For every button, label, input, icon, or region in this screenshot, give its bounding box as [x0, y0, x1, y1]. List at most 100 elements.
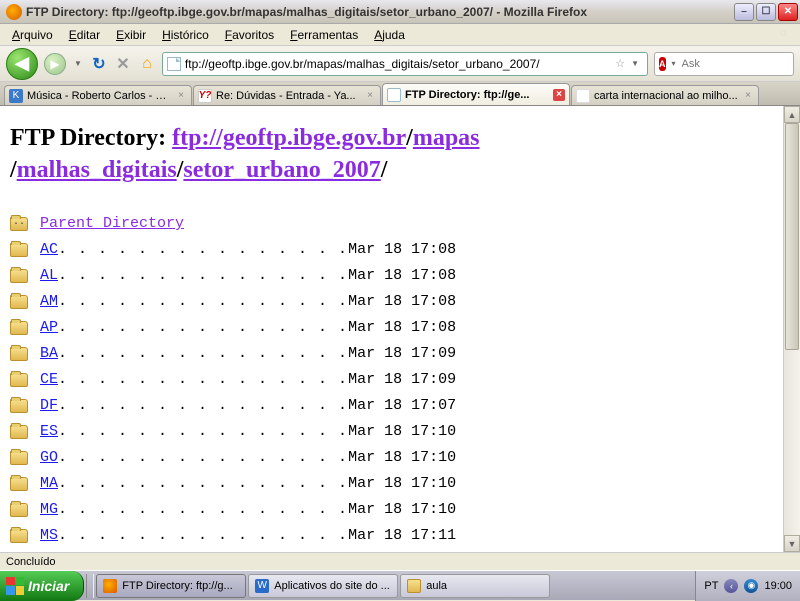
taskbar-item-2[interactable]: aula	[400, 574, 550, 598]
directory-link-MS[interactable]: MS	[40, 527, 58, 544]
throbber-icon: ◌	[780, 27, 796, 43]
tab-1[interactable]: Y? Re: Dúvidas - Entrada - Ya... ×	[193, 85, 381, 105]
directory-link-BA[interactable]: BA	[40, 345, 58, 362]
taskbar-item-1[interactable]: WAplicativos do site do ...	[248, 574, 398, 598]
menu-rquivo[interactable]: Arquivo	[4, 26, 61, 44]
menu-xibir[interactable]: Exibir	[108, 26, 154, 44]
tab-close-button[interactable]: ×	[553, 89, 565, 101]
tab-close-button[interactable]: ×	[175, 90, 187, 102]
scroll-track[interactable]	[784, 123, 800, 535]
search-engine-dropdown[interactable]: ▾	[670, 59, 678, 68]
tray-expand-icon[interactable]: ‹	[724, 579, 738, 593]
menubar: ArquivoEditarExibirHistóricoFavoritosFer…	[0, 24, 800, 46]
directory-link-CE[interactable]: CE	[40, 371, 58, 388]
heading-link-2[interactable]: malhas_digitais	[17, 157, 177, 183]
search-box[interactable]: A ▾ 🔍	[654, 52, 794, 76]
maximize-button[interactable]: ☐	[756, 3, 776, 21]
page-icon	[167, 57, 181, 71]
tab-favicon: Y?	[198, 89, 212, 103]
directory-link-GO[interactable]: GO	[40, 449, 58, 466]
tab-favicon: K	[9, 89, 23, 103]
directory-link-AM[interactable]: AM	[40, 293, 58, 310]
directory-row: GO . . . . . . . . . . . . . . . Mar 18 …	[10, 445, 773, 471]
directory-row: AM . . . . . . . . . . . . . . . Mar 18 …	[10, 289, 773, 315]
directory-row: AP . . . . . . . . . . . . . . . Mar 18 …	[10, 315, 773, 341]
tab-label: Re: Dúvidas - Entrada - Ya...	[216, 90, 360, 102]
dots-filler: . . . . . . . . . . . . . . .	[58, 475, 348, 492]
directory-link-DF[interactable]: DF	[40, 397, 58, 414]
directory-link-AL[interactable]: AL	[40, 267, 58, 284]
timestamp: Mar 18 17:09	[348, 345, 456, 362]
taskbar-item-icon	[407, 579, 421, 593]
page-heading: FTP Directory: ftp://geoftp.ibge.gov.br/…	[10, 122, 773, 187]
taskbar-separator	[86, 574, 94, 598]
folder-icon	[10, 529, 28, 543]
directory-row: BA . . . . . . . . . . . . . . . Mar 18 …	[10, 341, 773, 367]
url-text: ftp://geoftp.ibge.gov.br/mapas/malhas_di…	[185, 57, 611, 71]
menu-erramentas[interactable]: Ferramentas	[282, 26, 366, 44]
folder-icon	[10, 477, 28, 491]
directory-link-AC[interactable]: AC	[40, 241, 58, 258]
tab-bar: K Música - Roberto Carlos - K... × Y? Re: Dú…	[0, 82, 800, 106]
back-button[interactable]: ◀	[6, 48, 38, 80]
minimize-button[interactable]: –	[734, 3, 754, 21]
system-tray: PT ‹ ◉ 19:00	[695, 571, 800, 601]
bookmark-star-icon[interactable]: ☆	[615, 57, 625, 70]
page-content: FTP Directory: ftp://geoftp.ibge.gov.br/…	[0, 106, 783, 552]
close-button[interactable]: ✕	[778, 3, 798, 21]
menu-juda[interactable]: Ajuda	[366, 26, 413, 44]
tab-0[interactable]: K Música - Roberto Carlos - K... ×	[4, 85, 192, 105]
heading-link-1[interactable]: mapas	[413, 125, 480, 151]
folder-icon	[10, 243, 28, 257]
reload-button[interactable]: ↻	[90, 55, 108, 73]
tab-favicon	[576, 89, 590, 103]
start-label: Iniciar	[28, 578, 69, 594]
forward-button[interactable]: ▶	[44, 53, 66, 75]
history-dropdown[interactable]: ▼	[72, 59, 84, 68]
heading-link-host[interactable]: ftp://geoftp.ibge.gov.br	[172, 125, 406, 151]
scroll-thumb[interactable]	[785, 123, 799, 350]
folder-icon	[10, 425, 28, 439]
dots-filler: . . . . . . . . . . . . . . .	[58, 241, 348, 258]
menu-avoritos[interactable]: Favoritos	[217, 26, 282, 44]
tab-close-button[interactable]: ×	[742, 90, 754, 102]
parent-directory-link[interactable]: Parent Directory	[40, 215, 184, 232]
language-indicator[interactable]: PT	[704, 580, 718, 592]
url-bar[interactable]: ftp://geoftp.ibge.gov.br/mapas/malhas_di…	[162, 52, 648, 76]
directory-row: AL . . . . . . . . . . . . . . . Mar 18 …	[10, 263, 773, 289]
heading-link-3[interactable]: setor_urbano_2007	[183, 157, 380, 183]
scroll-down-button[interactable]: ▼	[784, 535, 800, 552]
nav-toolbar: ◀ ▶ ▼ ↻ ✕ ⌂ ftp://geoftp.ibge.gov.br/map…	[0, 46, 800, 82]
vertical-scrollbar[interactable]: ▲ ▼	[783, 106, 800, 552]
home-button[interactable]: ⌂	[138, 55, 156, 73]
titlebar: FTP Directory: ftp://geoftp.ibge.gov.br/…	[0, 0, 800, 24]
folder-icon	[10, 451, 28, 465]
tab-2[interactable]: FTP Directory: ftp://ge...×	[382, 83, 570, 105]
clock[interactable]: 19:00	[764, 580, 792, 592]
directory-link-MA[interactable]: MA	[40, 475, 58, 492]
timestamp: Mar 18 17:10	[348, 449, 456, 466]
url-dropdown[interactable]: ▼	[629, 59, 643, 68]
tab-favicon	[387, 88, 401, 102]
tray-network-icon[interactable]: ◉	[744, 579, 758, 593]
tab-close-button[interactable]: ×	[364, 90, 376, 102]
search-engine-icon[interactable]: A	[659, 57, 666, 71]
stop-button[interactable]: ✕	[114, 55, 132, 73]
menu-ditar[interactable]: Editar	[61, 26, 108, 44]
directory-link-ES[interactable]: ES	[40, 423, 58, 440]
firefox-icon	[6, 4, 22, 20]
directory-row: AC . . . . . . . . . . . . . . . Mar 18 …	[10, 237, 773, 263]
directory-link-AP[interactable]: AP	[40, 319, 58, 336]
folder-icon	[10, 347, 28, 361]
scroll-up-button[interactable]: ▲	[784, 106, 800, 123]
tab-label: Música - Roberto Carlos - K...	[27, 90, 171, 102]
folder-up-icon	[10, 217, 28, 231]
timestamp: Mar 18 17:10	[348, 423, 456, 440]
search-input[interactable]	[682, 58, 800, 70]
tab-3[interactable]: carta internacional ao milho...×	[571, 85, 759, 105]
timestamp: Mar 18 17:08	[348, 267, 456, 284]
taskbar-item-0[interactable]: FTP Directory: ftp://g...	[96, 574, 246, 598]
start-button[interactable]: Iniciar	[0, 571, 84, 601]
menu-istórico[interactable]: Histórico	[154, 26, 217, 44]
directory-link-MG[interactable]: MG	[40, 501, 58, 518]
